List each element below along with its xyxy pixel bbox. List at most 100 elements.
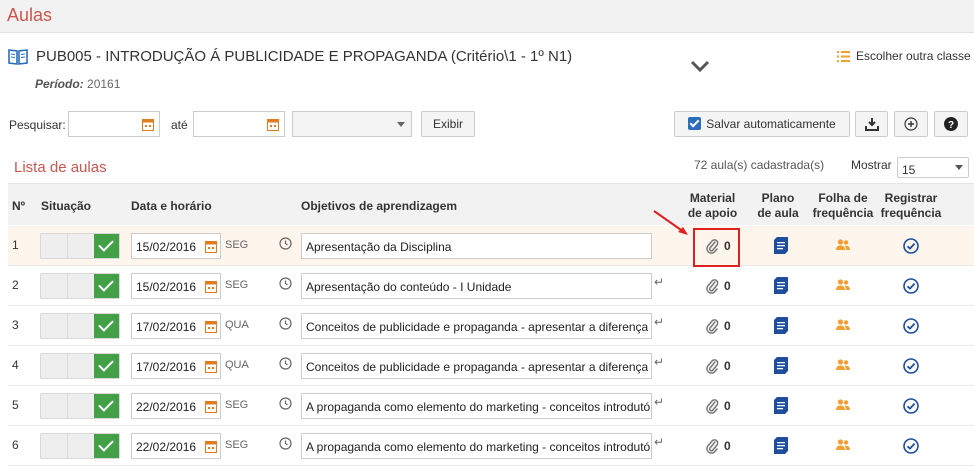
people-icon[interactable] xyxy=(836,279,850,290)
clock-icon[interactable] xyxy=(279,357,292,370)
document-icon[interactable] xyxy=(774,317,788,334)
filter-select[interactable] xyxy=(292,111,412,137)
objective-input[interactable]: A propaganda como elemento do marketing … xyxy=(301,433,652,459)
paperclip-icon[interactable] xyxy=(705,278,719,294)
table-row: 1 15/02/2016 SEG Apresentação da Disciplina… xyxy=(8,226,974,266)
table-row: 3 17/02/2016 QUA Conceitos de publicidade e… xyxy=(8,306,974,346)
calendar-icon[interactable] xyxy=(205,280,217,293)
filter-bar: Pesquisar: até Exibir Salvar automaticam… xyxy=(0,110,974,138)
col-attendance-sheet: Folha de frequência xyxy=(808,191,878,221)
material-count: 0 xyxy=(724,359,731,373)
objective-input[interactable]: Conceitos de publicidade e propaganda - … xyxy=(301,353,652,379)
lesson-date-input[interactable]: 17/02/2016 xyxy=(131,313,221,339)
check-circle-icon[interactable] xyxy=(903,398,919,414)
clock-icon[interactable] xyxy=(279,317,292,330)
people-icon[interactable] xyxy=(836,319,850,330)
objective-input[interactable]: A propaganda como elemento do marketing … xyxy=(301,393,652,419)
row-number: 1 xyxy=(12,238,19,252)
enter-icon[interactable]: ↵ xyxy=(654,395,664,409)
document-icon[interactable] xyxy=(774,397,788,414)
page-size-select[interactable]: 15 xyxy=(897,157,969,178)
document-icon[interactable] xyxy=(774,357,788,374)
clock-icon[interactable] xyxy=(279,237,292,250)
calendar-icon[interactable] xyxy=(205,440,217,453)
people-icon[interactable] xyxy=(836,239,850,250)
col-status: Situação xyxy=(41,199,92,213)
paperclip-icon[interactable] xyxy=(705,398,719,414)
weekday-label: SEG xyxy=(225,239,249,251)
clock-icon[interactable] xyxy=(279,397,292,410)
calendar-icon[interactable] xyxy=(267,118,279,131)
status-toggle[interactable] xyxy=(40,433,120,459)
people-icon[interactable] xyxy=(836,359,850,370)
lesson-date-input[interactable]: 15/02/2016 xyxy=(131,273,221,299)
objective-input[interactable]: Conceitos de publicidade e propaganda - … xyxy=(301,313,652,339)
until-label: até xyxy=(171,118,188,132)
choose-other-class-link[interactable]: Escolher outra classe xyxy=(837,49,971,63)
start-date-input[interactable] xyxy=(68,111,160,137)
checkbox-checked-icon[interactable] xyxy=(688,117,702,130)
check-circle-icon[interactable] xyxy=(903,358,919,374)
status-toggle[interactable] xyxy=(40,313,120,339)
col-plan: Plano de aula xyxy=(750,191,806,221)
paperclip-icon[interactable] xyxy=(705,318,719,334)
lesson-date-input[interactable]: 22/02/2016 xyxy=(131,433,221,459)
check-circle-icon[interactable] xyxy=(903,238,919,254)
paperclip-icon[interactable] xyxy=(705,438,719,454)
people-icon[interactable] xyxy=(836,439,850,450)
table-header: Nº Situação Data e horário Objetivos de … xyxy=(8,183,974,225)
caret-down-icon xyxy=(397,122,405,127)
document-icon[interactable] xyxy=(774,277,788,294)
red-arrow-icon xyxy=(653,210,688,235)
document-icon[interactable] xyxy=(774,437,788,454)
lesson-date-input[interactable]: 22/02/2016 xyxy=(131,393,221,419)
col-register-attendance: Registrar frequência xyxy=(878,191,944,221)
chevron-down-icon[interactable] xyxy=(689,58,711,74)
weekday-label: SEG xyxy=(225,439,249,451)
calendar-icon[interactable] xyxy=(205,400,217,413)
calendar-icon[interactable] xyxy=(205,320,217,333)
check-icon xyxy=(94,394,119,418)
enter-icon[interactable]: ↵ xyxy=(654,315,664,329)
calendar-icon[interactable] xyxy=(205,360,217,373)
calendar-icon[interactable] xyxy=(142,118,154,131)
enter-icon[interactable]: ↵ xyxy=(654,355,664,369)
download-button[interactable] xyxy=(855,111,888,137)
status-toggle[interactable] xyxy=(40,353,120,379)
check-circle-icon[interactable] xyxy=(903,278,919,294)
autosave-toggle[interactable]: Salvar automaticamente xyxy=(674,111,850,137)
show-button[interactable]: Exibir xyxy=(421,111,475,137)
calendar-icon[interactable] xyxy=(205,240,217,253)
enter-icon[interactable]: ↵ xyxy=(654,275,664,289)
status-toggle[interactable] xyxy=(40,233,120,259)
people-icon[interactable] xyxy=(836,399,850,410)
lesson-date-value: 15/02/2016 xyxy=(136,280,197,294)
lesson-date-value: 17/02/2016 xyxy=(136,360,197,374)
col-plan-line2: de aula xyxy=(757,206,799,220)
enter-icon[interactable]: ↵ xyxy=(654,435,664,449)
status-toggle[interactable] xyxy=(40,393,120,419)
check-circle-icon[interactable] xyxy=(903,438,919,454)
clock-icon[interactable] xyxy=(279,277,292,290)
weekday-label: SEG xyxy=(225,279,249,291)
clock-icon[interactable] xyxy=(279,437,292,450)
check-circle-icon[interactable] xyxy=(903,318,919,334)
objective-input[interactable]: Apresentação da Disciplina xyxy=(301,233,652,259)
status-toggle[interactable] xyxy=(40,273,120,299)
lesson-date-input[interactable]: 17/02/2016 xyxy=(131,353,221,379)
add-button[interactable] xyxy=(894,111,928,137)
row-number: 5 xyxy=(12,398,19,412)
highlight-box xyxy=(693,228,740,267)
list-icon xyxy=(837,51,850,63)
col-material-line1: Material xyxy=(689,191,736,205)
col-plan-line1: Plano xyxy=(761,191,795,205)
document-icon[interactable] xyxy=(774,237,788,254)
lesson-date-value: 22/02/2016 xyxy=(136,400,197,414)
row-number: 6 xyxy=(12,438,19,452)
lesson-date-input[interactable]: 15/02/2016 xyxy=(131,233,221,259)
help-button[interactable]: ? xyxy=(934,111,968,137)
objective-input[interactable]: Apresentação do conteúdo - I Unidade xyxy=(301,273,652,299)
col-attendance-sheet-line1: Folha de xyxy=(818,191,868,205)
paperclip-icon[interactable] xyxy=(705,358,719,374)
end-date-input[interactable] xyxy=(193,111,285,137)
